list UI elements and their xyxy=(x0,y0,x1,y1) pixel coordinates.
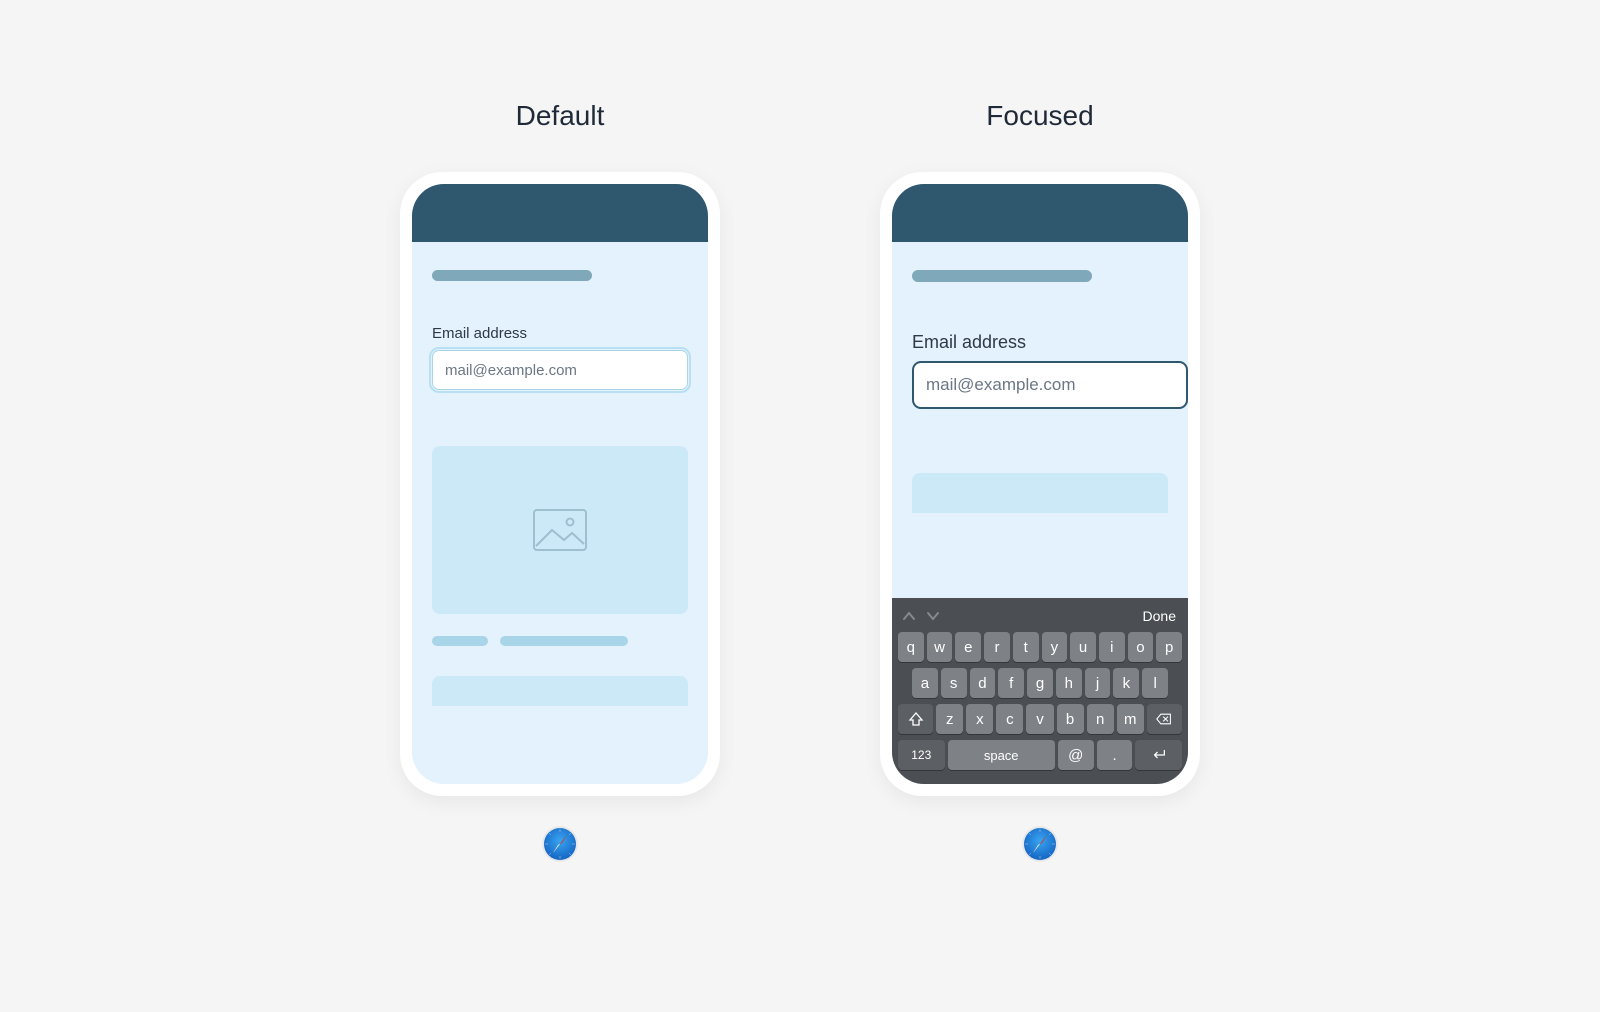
phone-frame-default: Email address mail@example.com xyxy=(400,172,720,796)
keyboard-next-icon[interactable] xyxy=(926,608,940,624)
letter-key-f[interactable]: f xyxy=(998,668,1024,698)
letter-key-a[interactable]: a xyxy=(912,668,938,698)
text-line xyxy=(432,636,488,646)
safari-icon xyxy=(540,824,580,864)
email-label: Email address xyxy=(912,332,1168,353)
email-field[interactable]: mail@example.com xyxy=(432,350,688,390)
phone-frame-focused: Email address mail@example.com xyxy=(880,172,1200,796)
letter-key-u[interactable]: u xyxy=(1070,632,1096,662)
letter-key-s[interactable]: s xyxy=(941,668,967,698)
letter-key-k[interactable]: k xyxy=(1113,668,1139,698)
content-placeholder xyxy=(432,676,688,706)
keyboard-toolbar: Done xyxy=(896,604,1184,632)
letter-key-n[interactable]: n xyxy=(1087,704,1114,734)
letter-key-y[interactable]: y xyxy=(1042,632,1068,662)
phone-screen-focused: Email address mail@example.com xyxy=(892,184,1188,784)
letter-key-p[interactable]: p xyxy=(1156,632,1182,662)
letter-key-h[interactable]: h xyxy=(1056,668,1082,698)
keyboard-prev-icon[interactable] xyxy=(902,608,916,624)
text-lines xyxy=(432,636,688,646)
backspace-key[interactable] xyxy=(1147,704,1182,734)
letter-key-l[interactable]: l xyxy=(1142,668,1168,698)
return-key[interactable] xyxy=(1135,740,1182,770)
space-key[interactable]: space xyxy=(948,740,1055,770)
letter-key-b[interactable]: b xyxy=(1057,704,1084,734)
letter-key-x[interactable]: x xyxy=(966,704,993,734)
letter-key-r[interactable]: r xyxy=(984,632,1010,662)
status-bar xyxy=(412,184,708,242)
heading-placeholder xyxy=(912,270,1092,282)
default-state-column: Default Email address mail@example.com xyxy=(400,100,720,864)
email-placeholder: mail@example.com xyxy=(926,375,1076,395)
letter-key-q[interactable]: q xyxy=(898,632,924,662)
virtual-keyboard: Done qwertyuiop asdfghjkl zxcvbnm xyxy=(892,598,1188,784)
email-placeholder: mail@example.com xyxy=(445,362,577,379)
keyboard-done-button[interactable]: Done xyxy=(1143,608,1176,624)
focused-title: Focused xyxy=(986,100,1093,132)
letter-key-c[interactable]: c xyxy=(996,704,1023,734)
heading-placeholder xyxy=(432,270,592,281)
letter-key-z[interactable]: z xyxy=(936,704,963,734)
shift-key[interactable] xyxy=(898,704,933,734)
letter-key-d[interactable]: d xyxy=(970,668,996,698)
image-placeholder xyxy=(432,446,688,614)
focused-state-column: Focused Email address mail@example.com xyxy=(880,100,1200,864)
letter-key-t[interactable]: t xyxy=(1013,632,1039,662)
letter-key-e[interactable]: e xyxy=(955,632,981,662)
letter-key-j[interactable]: j xyxy=(1085,668,1111,698)
letter-key-v[interactable]: v xyxy=(1026,704,1053,734)
text-line xyxy=(500,636,628,646)
email-field[interactable]: mail@example.com xyxy=(912,361,1188,409)
letter-key-w[interactable]: w xyxy=(927,632,953,662)
image-icon xyxy=(532,508,588,552)
at-key[interactable]: @ xyxy=(1058,740,1094,770)
letter-key-i[interactable]: i xyxy=(1099,632,1125,662)
default-title: Default xyxy=(516,100,605,132)
letter-key-g[interactable]: g xyxy=(1027,668,1053,698)
dot-key[interactable]: . xyxy=(1097,740,1133,770)
letter-key-o[interactable]: o xyxy=(1128,632,1154,662)
status-bar xyxy=(892,184,1188,242)
numbers-key[interactable]: 123 xyxy=(898,740,945,770)
safari-icon xyxy=(1020,824,1060,864)
content-placeholder xyxy=(912,473,1168,513)
email-label: Email address xyxy=(432,325,688,342)
phone-screen-default: Email address mail@example.com xyxy=(412,184,708,784)
letter-key-m[interactable]: m xyxy=(1117,704,1144,734)
